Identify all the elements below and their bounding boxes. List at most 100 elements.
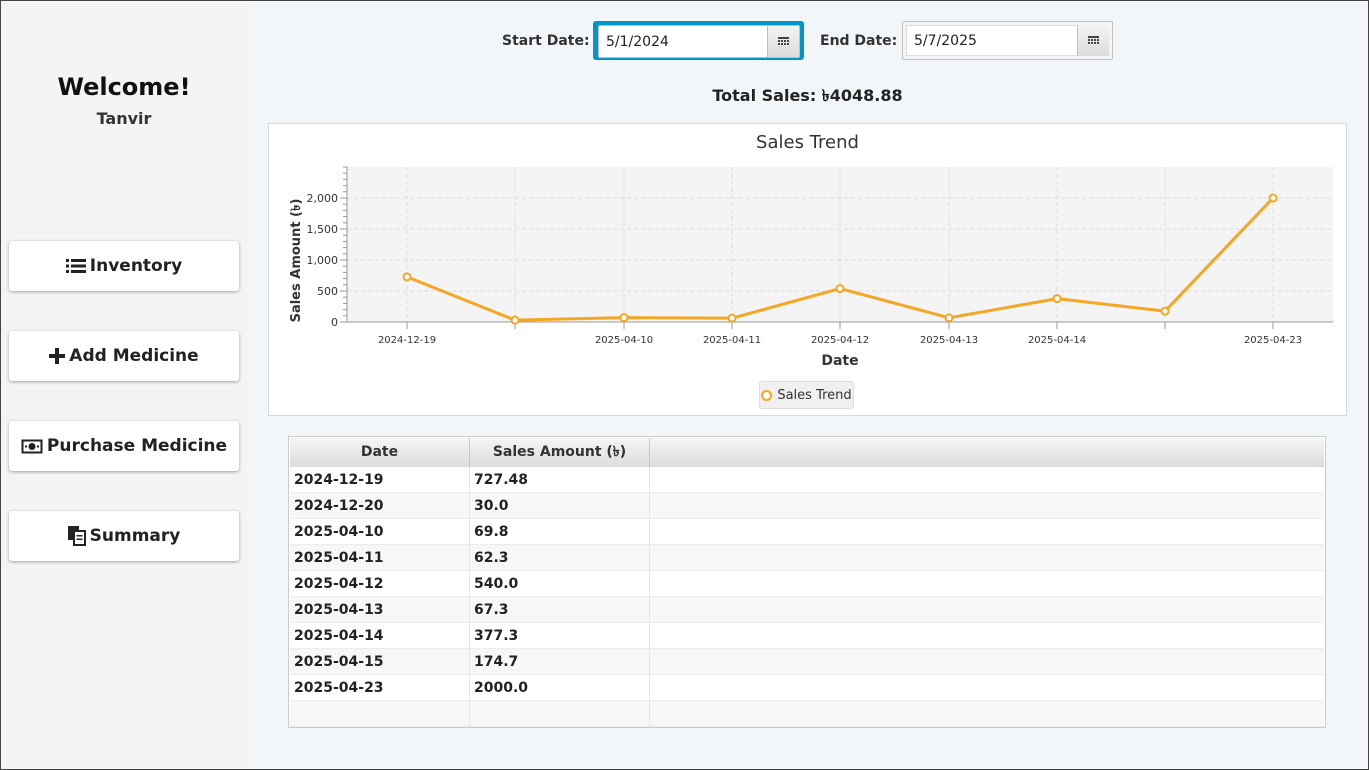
end-date-label: End Date: [820,33,898,49]
data-point [619,313,629,323]
column-header-sales-amount[interactable]: Sales Amount (৳) [470,438,650,467]
sidebar: Welcome! Tanvir Inventory Add Medicine P… [1,1,247,769]
table-row[interactable]: 2025-04-23 2000.0 [290,675,1324,701]
cell-sales-amount [470,701,650,727]
y-tick-label: 0 [331,316,338,329]
cell-empty [650,597,1324,623]
y-tick-label: 1,000 [307,254,339,267]
start-date-picker[interactable] [598,25,800,58]
cell-empty [650,467,1324,493]
data-point [1052,294,1062,304]
cell-sales-amount: 174.7 [470,649,650,675]
table-row[interactable]: 2025-04-10 69.8 [290,519,1324,545]
cell-date: 2025-04-23 [290,675,470,701]
y-axis-title: Sales Amount (৳) [289,199,304,323]
legend-label: Sales Trend [777,387,852,403]
table-row[interactable]: 2025-04-15 174.7 [290,649,1324,675]
column-header-empty [650,438,1324,467]
table-row[interactable]: 2025-04-12 540.0 [290,571,1324,597]
inventory-label: Inventory [89,256,183,276]
total-sales: Total Sales: ৳4048.88 [712,86,903,105]
end-date-picker[interactable] [902,21,1113,60]
start-date-label: Start Date: [502,33,590,49]
x-tick-label: 2025-04-10 [595,335,653,346]
username-label: Tanvir [96,109,152,128]
cell-empty [650,649,1324,675]
cell-date: 2024-12-19 [290,467,470,493]
cell-date [290,701,470,727]
x-tick-label: 2024-12-19 [378,335,436,346]
cell-date: 2025-04-12 [290,571,470,597]
table-body: 2024-12-19 727.48 2024-12-20 30.0 2025-04-10… [289,467,1325,727]
add-medicine-label: Add Medicine [69,346,199,366]
cell-date: 2024-12-20 [290,493,470,519]
cell-sales-amount: 69.8 [470,519,650,545]
cell-empty [650,701,1324,727]
data-point [727,313,737,323]
cell-date: 2025-04-15 [290,649,470,675]
data-point [1160,306,1170,316]
chart-legend[interactable]: Sales Trend [759,381,854,409]
sales-trend-chart: Sales Trend 0 500 1,000 1,500 2,000 2024-12-1… [268,123,1347,416]
x-tick-label: 2025-04-12 [811,335,869,346]
x-tick-label: 2025-04-11 [703,335,761,346]
data-point [510,315,520,325]
cell-date: 2025-04-14 [290,623,470,649]
cell-empty [650,493,1324,519]
purchase-medicine-button[interactable]: Purchase Medicine [9,421,239,471]
cell-date: 2025-04-10 [290,519,470,545]
cell-empty [650,675,1324,701]
x-axis-title: Date [821,353,858,369]
summary-label: Summary [89,526,181,546]
main-content: Start Date: End Date: Total Sales: ৳4048… [248,1,1367,769]
cell-sales-amount: 2000.0 [470,675,650,701]
x-tick-label: 2025-04-13 [920,335,978,346]
cell-sales-amount: 727.48 [470,467,650,493]
y-tick-label: 500 [317,285,338,298]
column-header-date[interactable]: Date [290,438,470,467]
chart-plot: 0 500 1,000 1,500 2,000 2024-12-19 2025-04-10 2… [289,166,1333,369]
cell-sales-amount: 377.3 [470,623,650,649]
plus-icon [49,348,66,364]
start-calendar-button[interactable] [767,26,799,57]
calendar-icon [1088,31,1099,50]
cell-date: 2025-04-13 [290,597,470,623]
data-point [1268,193,1278,203]
cell-sales-amount: 67.3 [470,597,650,623]
data-point [944,313,954,323]
cell-empty [650,623,1324,649]
cell-sales-amount: 30.0 [470,493,650,519]
table-row[interactable]: 2025-04-13 67.3 [290,597,1324,623]
welcome-heading: Welcome! [57,73,191,101]
end-calendar-button[interactable] [1077,25,1109,56]
y-tick-label: 2,000 [307,192,339,205]
table-row[interactable]: 2024-12-20 30.0 [290,493,1324,519]
y-tick-label: 1,500 [307,223,339,236]
table-header: Date Sales Amount (৳) [290,438,1324,468]
table-row[interactable]: 2024-12-19 727.48 [290,467,1324,493]
inventory-button[interactable]: Inventory [9,241,239,291]
data-point [402,272,412,282]
document-icon [67,526,86,546]
table-row[interactable]: 2025-04-14 377.3 [290,623,1324,649]
calendar-icon [778,32,789,51]
x-tick-label: 2025-04-14 [1028,335,1086,346]
cell-sales-amount: 540.0 [470,571,650,597]
table-row[interactable] [290,701,1324,727]
table-row[interactable]: 2025-04-11 62.3 [290,545,1324,571]
start-date-input[interactable] [599,26,770,57]
purchase-medicine-label: Purchase Medicine [46,436,228,456]
cell-empty [650,519,1324,545]
add-medicine-button[interactable]: Add Medicine [9,331,239,381]
summary-button[interactable]: Summary [9,511,239,561]
data-point [835,284,845,294]
sales-table: Date Sales Amount (৳) 2024-12-19 727.48 20… [288,436,1326,728]
end-date-input[interactable] [907,26,1080,55]
list-icon [65,258,86,274]
cell-date: 2025-04-11 [290,545,470,571]
legend-marker [761,389,773,401]
cell-empty [650,571,1324,597]
cell-sales-amount: 62.3 [470,545,650,571]
x-tick-label: 2025-04-23 [1244,335,1302,346]
cell-empty [650,545,1324,571]
